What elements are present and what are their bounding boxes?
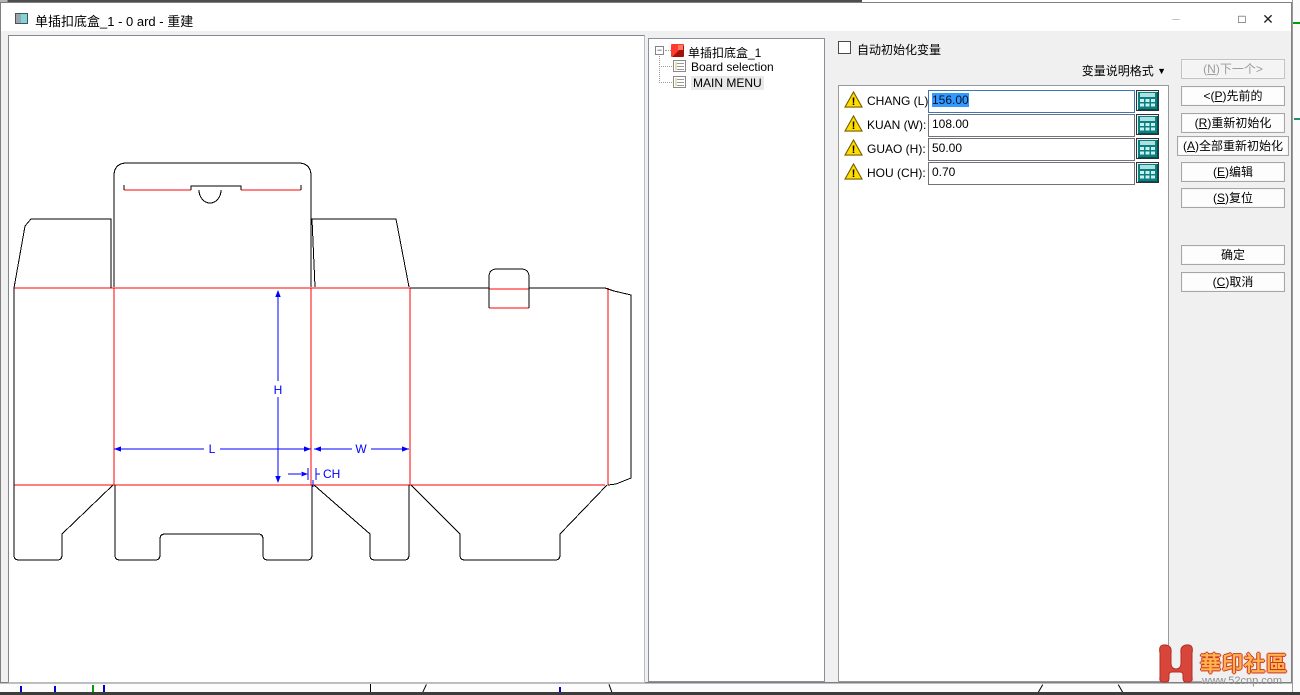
variable-format-dropdown[interactable]: 变量说明格式 ▼ (1000, 62, 1166, 79)
auto-init-checkbox[interactable] (838, 41, 851, 54)
menu-doc-icon (673, 76, 686, 88)
variable-label: CHANG (L): (867, 94, 932, 108)
edit-button[interactable]: (E)编辑 (1181, 162, 1285, 182)
dim-label-l: L (209, 442, 216, 456)
dieline-preview-canvas[interactable]: H L W CH (8, 35, 645, 683)
background-right-strip (1292, 0, 1300, 695)
calculator-button[interactable] (1136, 162, 1159, 183)
ok-button[interactable]: 确定 (1181, 245, 1285, 265)
cut-lines (14, 163, 631, 560)
screenshot-root: 单插扣底盒_1 - 0 ard - 重建 – □ ✕ (0, 0, 1300, 695)
svg-text:!: ! (852, 96, 856, 108)
background-green-dash (1294, 118, 1300, 120)
geometry-tree-panel: − 单插扣底盒_1 Board selection MAIN MENU (648, 38, 825, 682)
cancel-button[interactable]: (C)取消 (1181, 272, 1285, 292)
warning-icon: ! (844, 91, 863, 108)
tree-root-item[interactable]: 单插扣底盒_1 (688, 44, 761, 61)
calculator-button[interactable] (1136, 90, 1159, 111)
close-button[interactable]: ✕ (1253, 9, 1283, 29)
title-bar: 单插扣底盒_1 - 0 ard - 重建 – □ ✕ (1, 3, 1291, 31)
app-icon (15, 13, 28, 24)
warning-icon: ! (844, 115, 863, 132)
reset-button[interactable]: (S)复位 (1181, 188, 1285, 208)
menu-doc-icon (673, 60, 686, 72)
variable-row: ! KUAN (W): 108.00 (843, 113, 1165, 136)
background-bottom-strip (0, 683, 1292, 692)
next-button[interactable]: (N)下一个> (1181, 59, 1285, 79)
variable-format-label: 变量说明格式 (1082, 64, 1154, 78)
tree-expander-icon[interactable]: − (655, 46, 664, 55)
tree-connector (659, 66, 672, 67)
dim-label-h: H (274, 383, 283, 397)
window-title: 单插扣底盒_1 - 0 ard - 重建 (35, 11, 193, 30)
variable-label: KUAN (W): (867, 118, 926, 132)
dieline-drawing: H L W CH (9, 36, 644, 682)
auto-init-label: 自动初始化变量 (857, 41, 941, 58)
variable-input-chang-l[interactable]: 156.00 (928, 90, 1135, 113)
minimize-button[interactable]: – (1161, 9, 1191, 29)
svg-text:!: ! (852, 168, 856, 180)
tree-connector (659, 56, 660, 83)
calculator-button[interactable] (1136, 114, 1159, 135)
background-green-line (1293, 22, 1300, 24)
warning-icon: ! (844, 139, 863, 156)
previous-button[interactable]: <(P)先前的 (1181, 86, 1285, 106)
tree-item-board-selection[interactable]: Board selection (691, 60, 774, 74)
dim-label-ch: CH (323, 467, 340, 481)
variable-row: ! HOU (CH): 0.70 (843, 161, 1165, 184)
variable-label: GUAO (H): (867, 142, 926, 156)
calculator-button[interactable] (1136, 138, 1159, 159)
tree-item-main-menu[interactable]: MAIN MENU (691, 76, 764, 90)
chevron-down-icon: ▼ (1157, 66, 1166, 76)
dimension-lines (114, 291, 409, 487)
reinitialize-all-button[interactable]: (A)全部重新初始化 (1177, 136, 1289, 156)
variable-input-guao-h[interactable]: 50.00 (928, 138, 1135, 161)
variables-groupbox: ! CHANG (L): 156.00 ! KUAN (W): 108.00 ! (838, 85, 1169, 682)
variable-input-kuan-w[interactable]: 108.00 (928, 114, 1135, 137)
svg-text:!: ! (852, 120, 856, 132)
box-design-icon (671, 44, 684, 57)
dim-label-w: W (355, 442, 367, 456)
variable-row: ! GUAO (H): 50.00 (843, 137, 1165, 160)
variable-input-hou-ch[interactable]: 0.70 (928, 162, 1135, 185)
variable-label: HOU (CH): (867, 166, 926, 180)
tree-connector (659, 82, 672, 83)
variable-row: ! CHANG (L): 156.00 (843, 89, 1165, 112)
warning-icon: ! (844, 163, 863, 180)
svg-text:!: ! (852, 144, 856, 156)
reinitialize-button[interactable]: (R)重新初始化 (1181, 113, 1285, 133)
